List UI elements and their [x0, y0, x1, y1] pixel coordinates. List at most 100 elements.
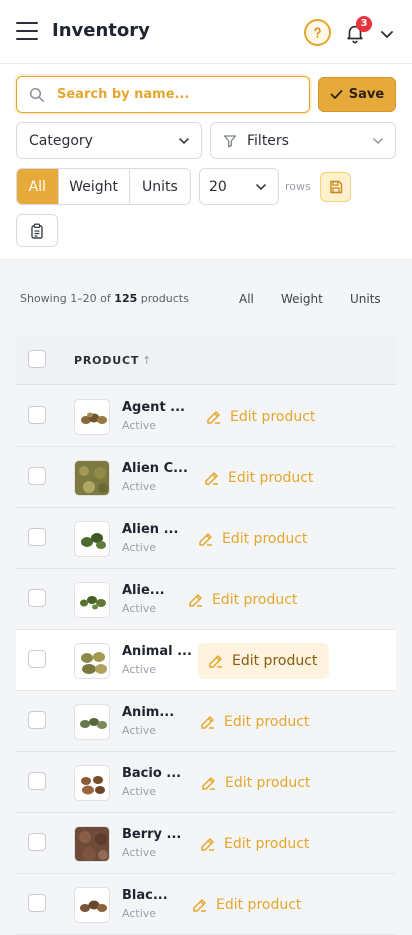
edit-pencil-icon	[209, 655, 222, 668]
table-row: Bacio ... Active Edit product	[16, 752, 396, 813]
search-input[interactable]	[57, 77, 297, 111]
product-status: Active	[122, 663, 157, 676]
view-option-units[interactable]: Units	[130, 169, 190, 204]
product-thumbnail	[74, 460, 110, 496]
quick-filter-all[interactable]: All	[239, 292, 254, 306]
chevron-down-icon	[256, 184, 266, 191]
table-header: PRODUCT ↑	[16, 336, 396, 385]
edit-product-link[interactable]: Edit product	[206, 405, 315, 429]
account-chevron-down-icon[interactable]	[380, 25, 396, 41]
search-field[interactable]	[16, 76, 310, 113]
floppy-disk-icon	[329, 180, 342, 194]
rows-per-page-select[interactable]: 20	[199, 168, 279, 205]
summary-suffix: products	[140, 292, 189, 305]
select-all-checkbox[interactable]	[28, 350, 46, 368]
row-checkbox[interactable]	[28, 711, 46, 729]
product-name[interactable]: Agent ...	[122, 400, 185, 415]
product-thumbnail	[74, 765, 110, 801]
summary-prefix: Showing 1–20 of	[20, 292, 111, 305]
row-checkbox[interactable]	[28, 467, 46, 485]
edit-product-label: Edit product	[230, 409, 316, 425]
product-name[interactable]: Alie...	[122, 583, 165, 598]
product-thumbnail	[74, 521, 110, 557]
save-button[interactable]: Save	[318, 77, 396, 112]
edit-product-label: Edit product	[216, 897, 302, 913]
edit-product-label: Edit product	[225, 775, 311, 791]
chevron-down-icon	[179, 138, 189, 145]
view-option-weight[interactable]: Weight	[59, 169, 130, 204]
controls-panel: Save Category Filters All Weight Units 2…	[0, 64, 412, 260]
table-row: Alie... Active Edit product	[16, 569, 396, 630]
top-app-bar: Inventory 3	[0, 0, 412, 64]
view-option-all[interactable]: All	[17, 169, 59, 204]
product-thumbnail	[74, 399, 110, 435]
quick-filter-units[interactable]: Units	[350, 292, 381, 306]
edit-product-link[interactable]: Edit product	[188, 588, 297, 612]
product-status: Active	[122, 480, 157, 493]
filters-select[interactable]: Filters	[210, 122, 396, 159]
product-status: Active	[122, 785, 157, 798]
row-checkbox[interactable]	[28, 894, 46, 912]
product-name[interactable]: Anim...	[122, 705, 174, 720]
clipboard-button[interactable]	[16, 214, 58, 247]
product-name[interactable]: Alien C...	[122, 461, 188, 476]
notification-count-badge: 3	[356, 16, 372, 32]
product-thumbnail	[74, 704, 110, 740]
edit-pencil-icon	[199, 533, 212, 546]
product-thumbnail	[74, 582, 110, 618]
rows-label: rows	[285, 180, 311, 193]
category-select-label: Category	[29, 132, 93, 149]
check-icon	[330, 90, 343, 99]
product-thumbnail	[74, 643, 110, 679]
quick-filter-weight[interactable]: Weight	[281, 292, 323, 306]
table-row-hovered: Animal ... Active Edit product	[16, 630, 396, 691]
edit-pencil-icon	[207, 411, 220, 424]
edit-product-link[interactable]: Edit product	[200, 710, 309, 734]
product-name[interactable]: Animal ...	[122, 644, 192, 659]
product-status: Active	[122, 419, 157, 432]
hamburger-menu-icon[interactable]	[16, 22, 38, 42]
table-row: Agent ... Active Edit product	[16, 386, 396, 447]
view-segmented-control: All Weight Units	[16, 168, 191, 205]
edit-product-link[interactable]: Edit product	[198, 643, 330, 679]
product-name[interactable]: Blac...	[122, 888, 168, 903]
row-checkbox[interactable]	[28, 833, 46, 851]
column-header-product[interactable]: PRODUCT ↑	[74, 354, 152, 367]
edit-product-link[interactable]: Edit product	[200, 832, 309, 856]
edit-product-label: Edit product	[224, 714, 310, 730]
rows-per-page-value: 20	[209, 178, 227, 195]
row-checkbox[interactable]	[28, 650, 46, 668]
product-thumbnail	[74, 826, 110, 862]
product-name[interactable]: Berry ...	[122, 827, 181, 842]
product-status: Active	[122, 602, 157, 615]
row-checkbox[interactable]	[28, 589, 46, 607]
table-row: Alien C... Active Edit product	[16, 447, 396, 508]
edit-product-link[interactable]: Edit product	[192, 893, 301, 917]
row-checkbox[interactable]	[28, 406, 46, 424]
table-row: Anim... Active Edit product	[16, 691, 396, 752]
product-thumbnail	[74, 887, 110, 923]
row-checkbox[interactable]	[28, 772, 46, 790]
results-summary: Showing 1–20 of 125 products	[20, 292, 189, 305]
row-checkbox[interactable]	[28, 528, 46, 546]
edit-product-label: Edit product	[224, 836, 310, 852]
chevron-down-icon	[373, 138, 383, 145]
edit-pencil-icon	[189, 594, 202, 607]
clipboard-icon	[31, 223, 43, 239]
edit-product-link[interactable]: Edit product	[198, 527, 307, 551]
page-title: Inventory	[52, 20, 150, 41]
category-select[interactable]: Category	[16, 122, 202, 159]
sort-ascending-icon: ↑	[142, 354, 153, 367]
product-status: Active	[122, 724, 157, 737]
save-rows-button[interactable]	[320, 172, 351, 202]
column-header-label: PRODUCT	[74, 354, 140, 367]
table-row: Berry ... Active Edit product	[16, 813, 396, 874]
table-row: Blac... Active Edit product	[16, 874, 396, 935]
help-icon[interactable]	[304, 19, 331, 46]
product-name[interactable]: Bacio ...	[122, 766, 181, 781]
edit-product-label: Edit product	[232, 653, 318, 669]
product-name[interactable]: Alien ...	[122, 522, 178, 537]
edit-product-link[interactable]: Edit product	[204, 466, 313, 490]
edit-product-link[interactable]: Edit product	[201, 771, 310, 795]
edit-product-label: Edit product	[212, 592, 298, 608]
